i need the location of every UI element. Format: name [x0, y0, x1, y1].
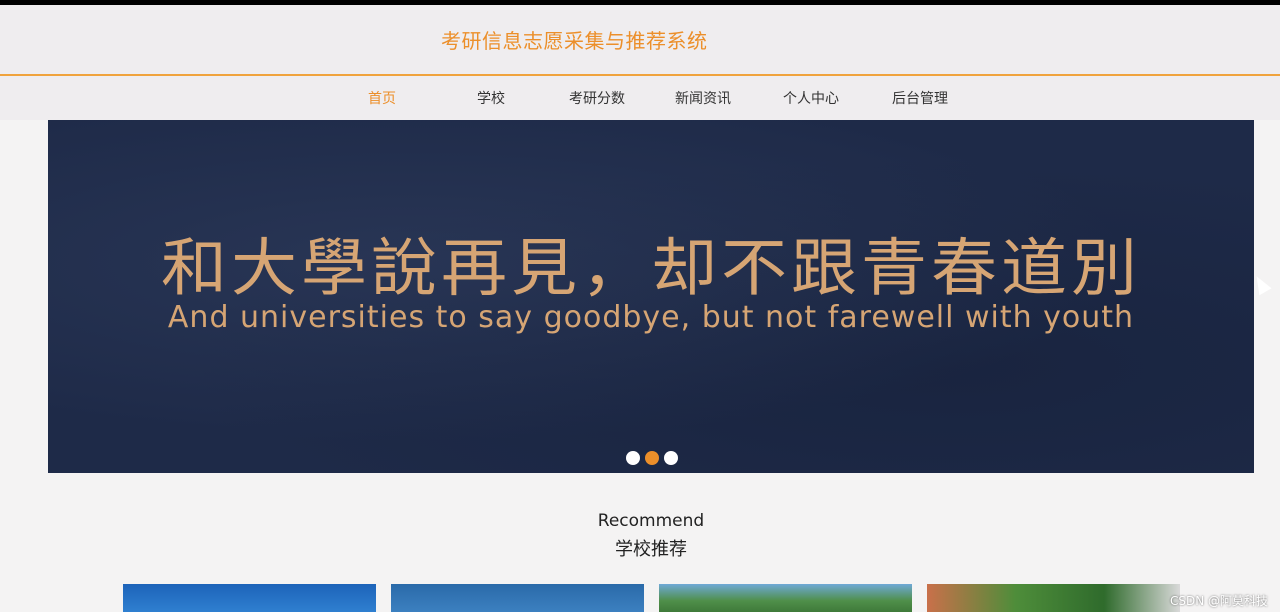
- site-header: 考研信息志愿采集与推荐系统: [0, 5, 1280, 74]
- section-title-en: Recommend: [597, 511, 705, 531]
- main-nav: 首页 学校 考研分数 新闻资讯 个人中心 后台管理: [0, 76, 1280, 120]
- nav-exam-scores[interactable]: 考研分数: [569, 88, 625, 108]
- nav-news[interactable]: 新闻资讯: [675, 88, 731, 108]
- hero-carousel[interactable]: 和大學說再見，却不跟青春道別 And universities to say g…: [48, 120, 1254, 473]
- nav-home[interactable]: 首页: [368, 88, 396, 108]
- carousel-dot-2[interactable]: [645, 451, 659, 465]
- school-card-image[interactable]: [659, 584, 912, 612]
- banner-headline: 和大學說再見，却不跟青春道別: [161, 231, 1141, 305]
- banner-subline: And universities to say goodbye, but not…: [167, 300, 1135, 335]
- nav-personal-center[interactable]: 个人中心: [783, 88, 839, 108]
- section-title-cn: 学校推荐: [615, 539, 687, 560]
- school-card-image[interactable]: [123, 584, 376, 612]
- site-title[interactable]: 考研信息志愿采集与推荐系统: [441, 25, 708, 54]
- carousel-indicators: [623, 451, 679, 467]
- school-card-image[interactable]: [927, 584, 1180, 612]
- school-card-image[interactable]: [391, 584, 644, 612]
- watermark: CSDN @阿莫科技: [1169, 594, 1268, 608]
- carousel-dot-3[interactable]: [664, 451, 678, 465]
- carousel-dot-1[interactable]: [626, 451, 640, 465]
- nav-schools[interactable]: 学校: [477, 88, 505, 108]
- nav-admin[interactable]: 后台管理: [892, 88, 948, 108]
